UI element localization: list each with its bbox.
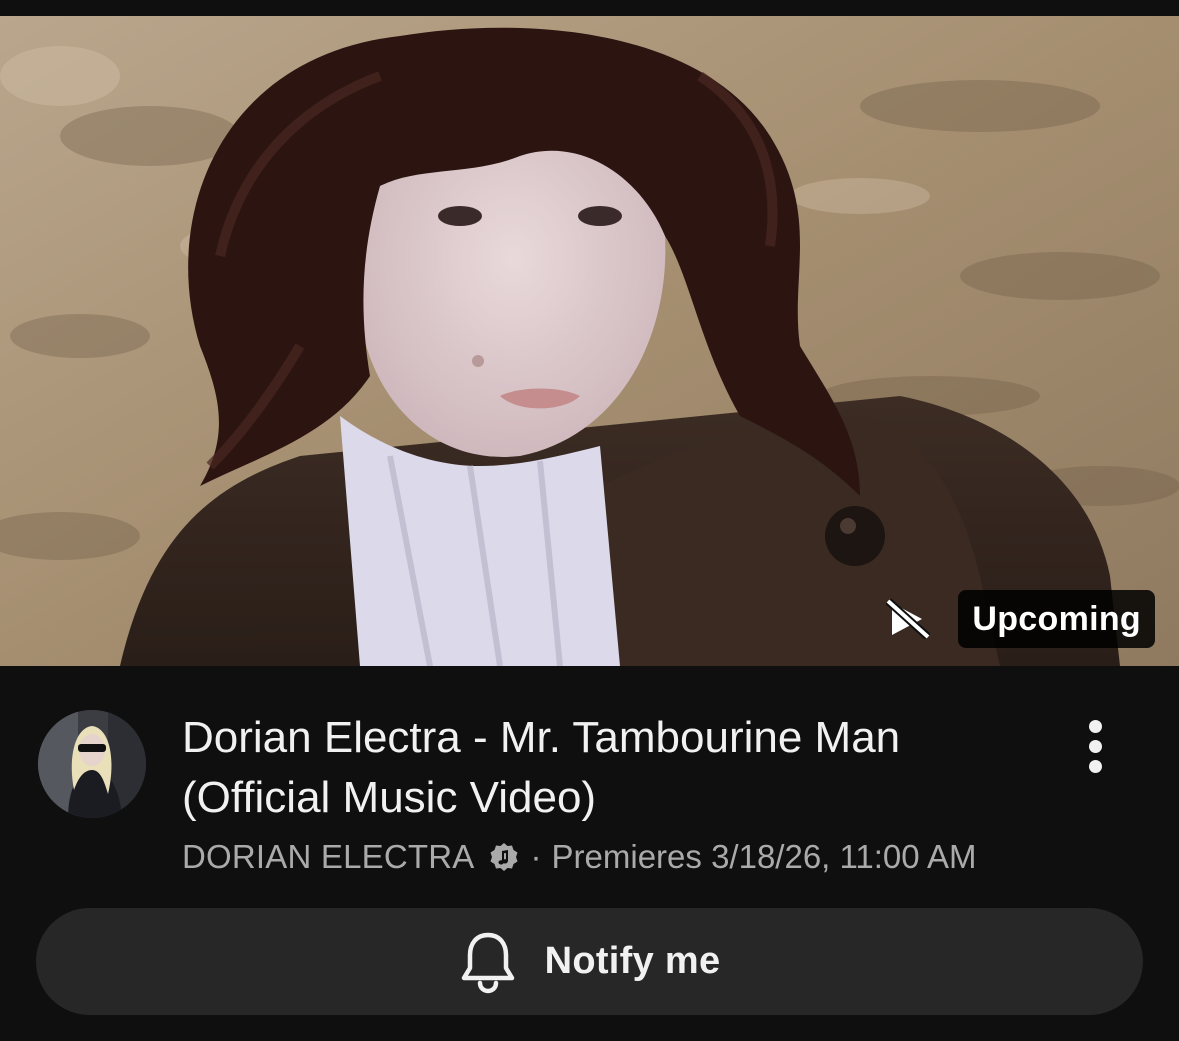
premiere-date: Premieres 3/18/26, 11:00 AM bbox=[551, 838, 977, 875]
music-note-icon bbox=[490, 843, 518, 871]
video-card: Upcoming Dorian Electra - Mr. Tambourine… bbox=[0, 0, 1179, 1041]
more-options-button[interactable] bbox=[1070, 716, 1120, 776]
channel-avatar[interactable] bbox=[38, 710, 146, 818]
video-metadata: Dorian Electra - Mr. Tambourine Man (Off… bbox=[0, 666, 1179, 906]
bell-icon bbox=[461, 932, 514, 993]
channel-name[interactable]: DORIAN ELECTRA bbox=[182, 838, 475, 876]
upcoming-overlay: Upcoming bbox=[886, 590, 1155, 648]
notify-me-label: Notify me bbox=[544, 940, 721, 982]
more-vert-icon bbox=[1088, 719, 1102, 733]
avatar-image bbox=[38, 710, 146, 818]
video-subtitle: DORIAN ELECTRA · Premieres 3/18/26, 11:0… bbox=[182, 838, 977, 876]
video-title[interactable]: Dorian Electra - Mr. Tambourine Man (Off… bbox=[182, 708, 1042, 828]
top-strip bbox=[0, 0, 1179, 16]
notify-me-button[interactable]: Notify me bbox=[36, 908, 1143, 1015]
not-playing-icon bbox=[886, 599, 931, 639]
upcoming-badge: Upcoming bbox=[958, 590, 1155, 648]
more-vert-icon-dot bbox=[1088, 739, 1102, 753]
more-vert-icon-dot bbox=[1088, 759, 1102, 773]
thumbnail-image bbox=[0, 16, 1179, 666]
separator: · bbox=[530, 838, 542, 875]
video-thumbnail[interactable]: Upcoming bbox=[0, 0, 1179, 666]
